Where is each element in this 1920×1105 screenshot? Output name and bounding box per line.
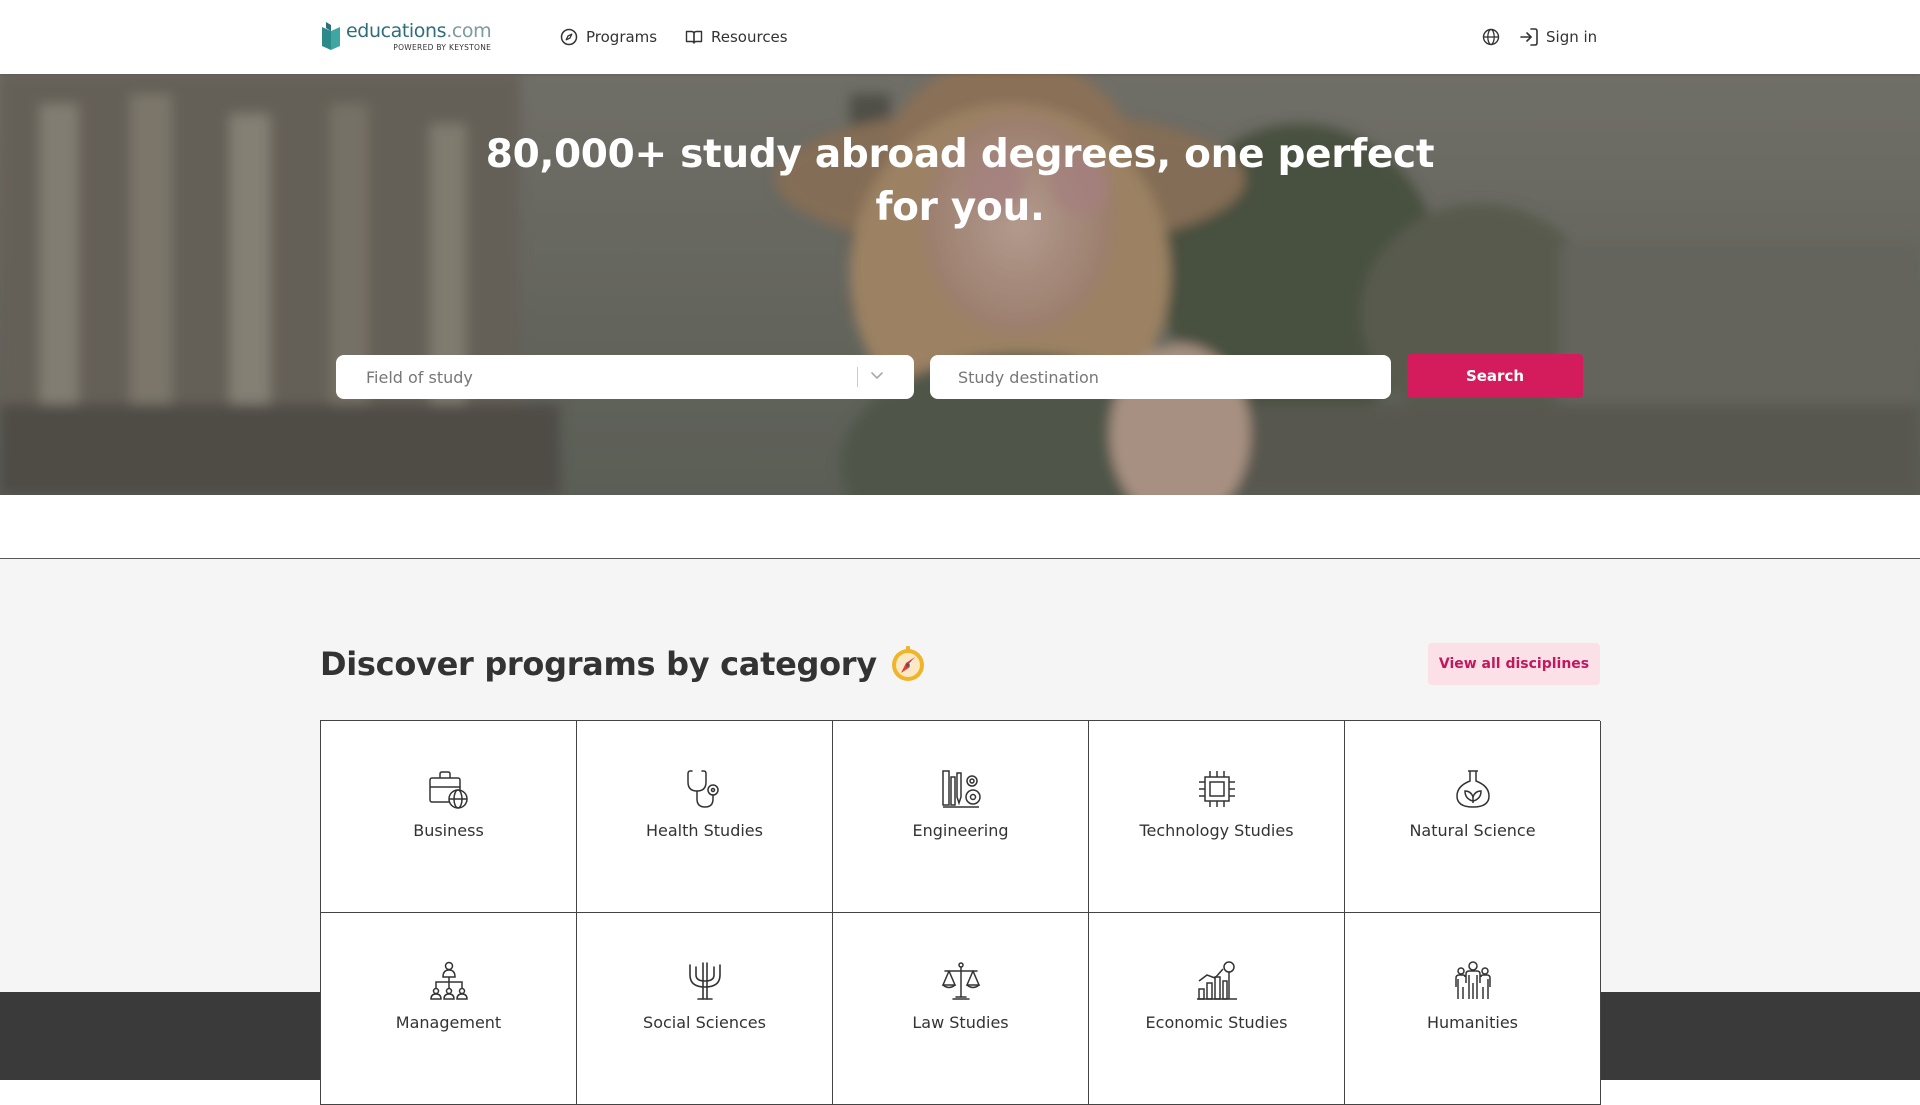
category-business[interactable]: Business bbox=[321, 721, 577, 913]
nav-resources-label: Resources bbox=[711, 28, 788, 46]
category-engineering[interactable]: Engineering bbox=[833, 721, 1089, 913]
nav-programs-label: Programs bbox=[586, 28, 658, 46]
logo-domain: .com bbox=[446, 20, 492, 42]
category-label: Humanities bbox=[1426, 1013, 1519, 1032]
category-label: Social Sciences bbox=[643, 1013, 766, 1032]
engineering-tools-icon bbox=[941, 770, 981, 808]
category-label: Economic Studies bbox=[1145, 1013, 1288, 1032]
category-label: Natural Science bbox=[1409, 821, 1536, 840]
category-economic-studies[interactable]: Economic Studies bbox=[1089, 913, 1345, 1105]
search-button[interactable]: Search bbox=[1407, 354, 1583, 398]
microchip-icon bbox=[1198, 771, 1235, 807]
category-label: Health Studies bbox=[646, 821, 763, 840]
category-health-studies[interactable]: Health Studies bbox=[577, 721, 833, 913]
sign-in-button[interactable]: Sign in bbox=[1518, 24, 1597, 50]
compass-emoji-icon bbox=[891, 646, 924, 681]
logo-tagline: POWERED BY KEYSTONE bbox=[393, 43, 492, 52]
sign-in-icon bbox=[1520, 28, 1538, 46]
category-label: Management bbox=[395, 1013, 502, 1032]
logo-book-icon bbox=[322, 22, 340, 50]
org-chart-icon bbox=[429, 961, 468, 1000]
sign-in-label: Sign in bbox=[1546, 28, 1598, 46]
category-label: Technology Studies bbox=[1139, 821, 1294, 840]
category-heading: Discover programs by category bbox=[320, 641, 927, 687]
category-label: Law Studies bbox=[912, 1013, 1009, 1032]
people-icon bbox=[1454, 961, 1491, 999]
book-icon bbox=[685, 30, 703, 44]
field-of-study-select[interactable]: Field of study bbox=[336, 355, 914, 399]
economic-chart-icon bbox=[1196, 961, 1237, 1000]
category-social-sciences[interactable]: Social Sciences bbox=[577, 913, 833, 1105]
logo-name: educations bbox=[346, 20, 447, 42]
flask-leaf-icon bbox=[1455, 770, 1490, 808]
category-law-studies[interactable]: Law Studies bbox=[833, 913, 1089, 1105]
view-all-disciplines-button[interactable]: View all disciplines bbox=[1428, 643, 1600, 685]
category-natural-science[interactable]: Natural Science bbox=[1345, 721, 1601, 913]
chevron-down-icon[interactable] bbox=[870, 371, 884, 381]
psi-icon bbox=[688, 962, 721, 1000]
field-of-study-placeholder: Field of study bbox=[366, 367, 473, 387]
briefcase-globe-icon bbox=[428, 771, 468, 809]
category-grid: Business Health Studies Engineering Tech… bbox=[320, 720, 1601, 1105]
study-destination-input[interactable] bbox=[930, 355, 1391, 399]
category-management[interactable]: Management bbox=[321, 913, 577, 1105]
category-heading-text: Discover programs by category bbox=[320, 645, 877, 683]
nav-programs[interactable]: Programs bbox=[560, 24, 657, 50]
category-humanities[interactable]: Humanities bbox=[1345, 913, 1601, 1105]
scales-icon bbox=[941, 962, 980, 1000]
category-label: Engineering bbox=[912, 821, 1009, 840]
category-technology-studies[interactable]: Technology Studies bbox=[1089, 721, 1345, 913]
nav-resources[interactable]: Resources bbox=[685, 24, 788, 50]
site-header: educations.com POWERED BY KEYSTONE Progr… bbox=[0, 0, 1920, 74]
select-separator bbox=[857, 367, 858, 387]
site-logo[interactable]: educations.com POWERED BY KEYSTONE bbox=[320, 20, 492, 54]
globe-icon[interactable] bbox=[1480, 26, 1502, 48]
compass-icon bbox=[560, 28, 578, 46]
hero-title: 80,000+ study abroad degrees, one perfec… bbox=[485, 132, 1435, 230]
category-label: Business bbox=[413, 821, 484, 840]
stethoscope-icon bbox=[686, 770, 719, 808]
